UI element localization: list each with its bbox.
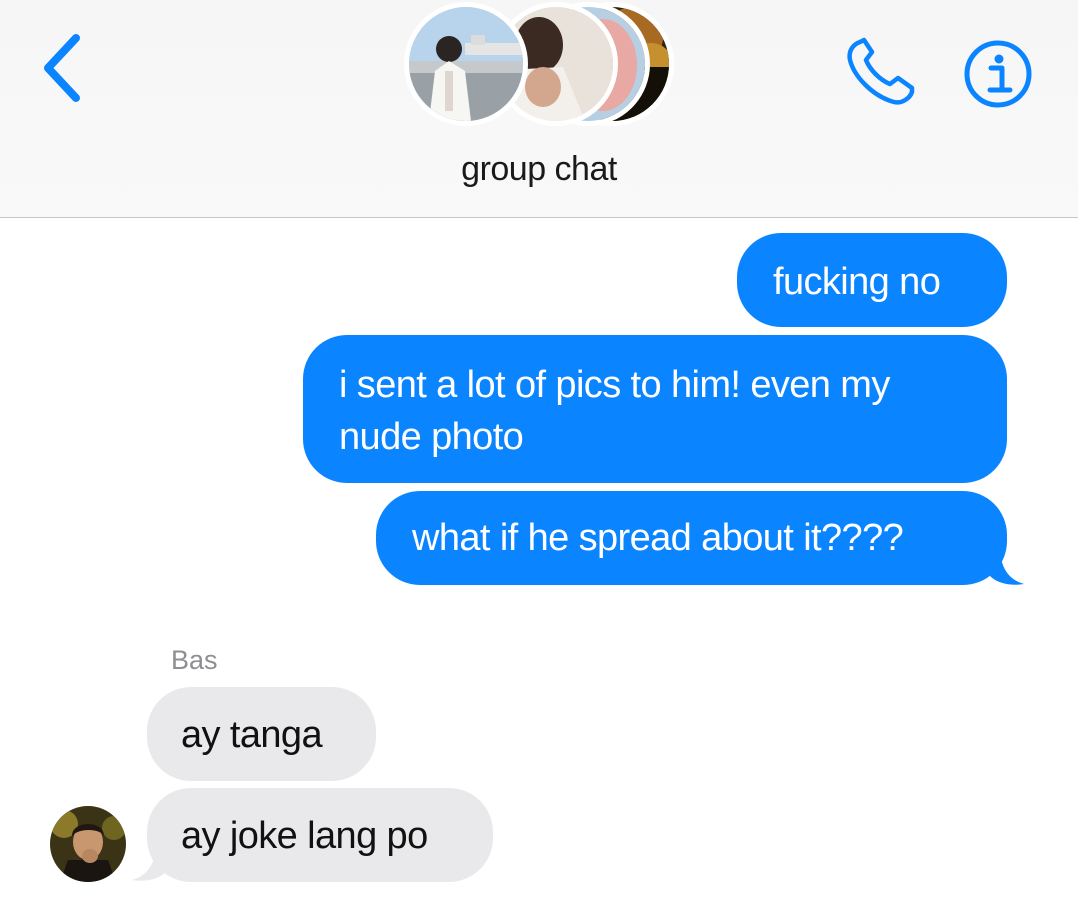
conversation-header: group chat [0,0,1078,218]
outgoing-message[interactable]: fucking no [737,233,1007,327]
chat-title[interactable]: group chat [0,150,1078,189]
outgoing-message[interactable]: what if he spread about it???? [376,491,1007,585]
sender-name: Bas [171,645,218,675]
group-avatars[interactable] [400,2,680,130]
call-button[interactable] [842,36,918,108]
info-button[interactable] [962,38,1034,110]
phone-icon [847,37,915,105]
incoming-message[interactable]: ay tanga [147,687,376,781]
member-avatar [404,2,528,126]
sender-avatar[interactable] [50,806,126,882]
outgoing-message[interactable]: i sent a lot of pics to him! even my nud… [303,335,1007,483]
bubble-tail [990,552,1024,585]
back-button[interactable] [36,30,92,106]
chevron-left-icon [44,34,80,102]
incoming-message[interactable]: ay joke lang po [147,788,493,882]
bubble-tail [132,848,166,881]
info-icon [964,40,1032,108]
